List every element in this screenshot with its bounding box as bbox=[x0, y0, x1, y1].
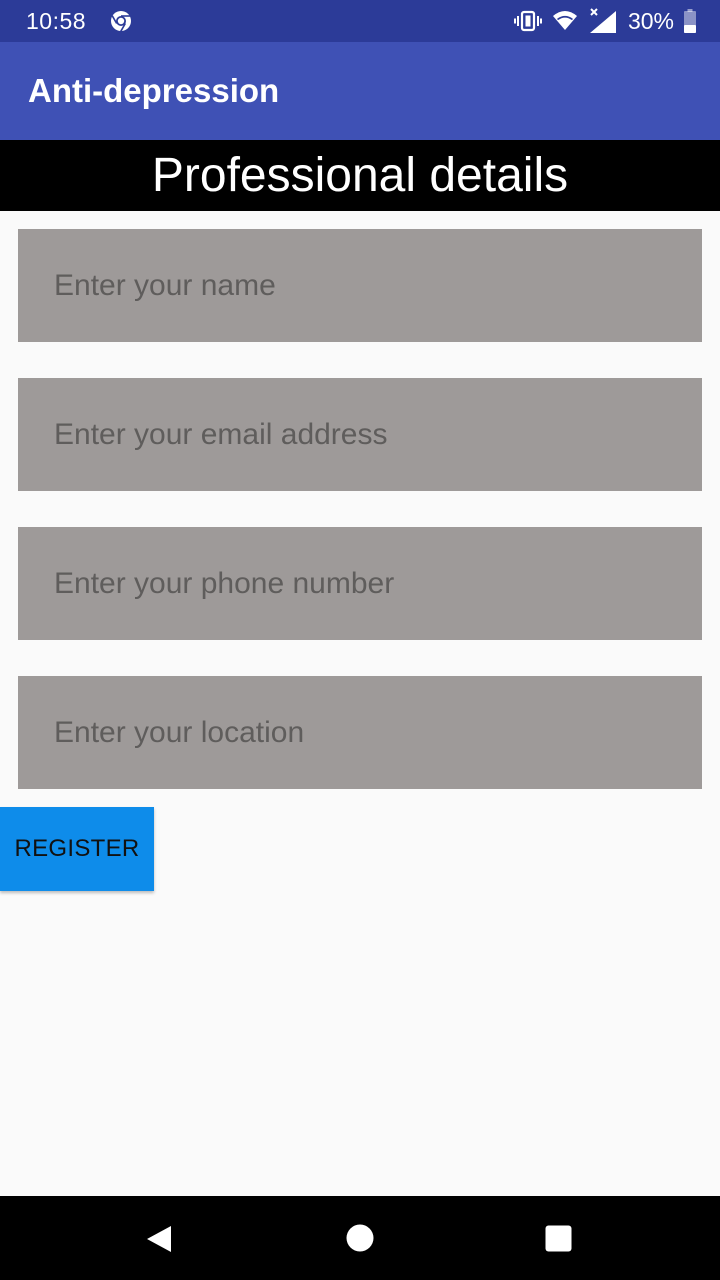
phone-input[interactable] bbox=[18, 527, 702, 640]
app-title: Anti-depression bbox=[28, 72, 280, 109]
navigation-bar bbox=[0, 1196, 720, 1280]
battery-icon bbox=[684, 9, 696, 33]
screen: 10:58 30% Anti-depression Professional d… bbox=[0, 0, 720, 1280]
location-input[interactable] bbox=[18, 676, 702, 789]
home-icon[interactable] bbox=[346, 1224, 374, 1257]
wifi-icon bbox=[552, 10, 578, 32]
recents-icon[interactable] bbox=[545, 1225, 572, 1257]
back-icon[interactable] bbox=[145, 1224, 173, 1259]
status-bar: 10:58 30% bbox=[0, 0, 720, 42]
email-input[interactable] bbox=[18, 378, 702, 491]
cell-signal-icon bbox=[588, 8, 618, 34]
battery-percent: 30% bbox=[627, 7, 674, 34]
name-input[interactable] bbox=[18, 229, 702, 342]
vibrate-icon bbox=[513, 10, 542, 32]
chrome-icon bbox=[110, 10, 132, 32]
section-title: Professional details bbox=[0, 140, 720, 211]
app-bar: Anti-depression bbox=[0, 42, 720, 140]
register-button[interactable]: REGISTER bbox=[0, 807, 154, 891]
status-icons: 30% bbox=[513, 6, 696, 36]
status-time: 10:58 bbox=[26, 8, 87, 34]
